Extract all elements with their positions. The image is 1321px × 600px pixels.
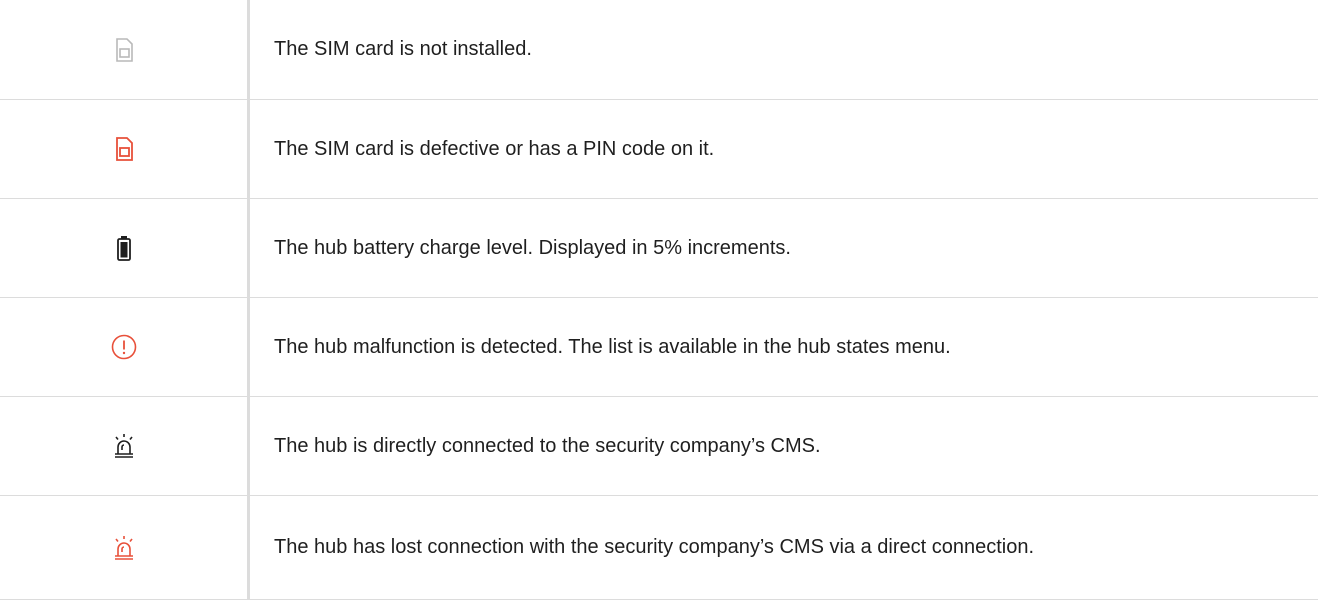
siren-lost-icon bbox=[110, 534, 138, 562]
siren-connected-icon bbox=[110, 432, 138, 460]
icon-cell bbox=[0, 198, 250, 298]
sim-card-muted-icon bbox=[110, 36, 138, 64]
row-description: The hub malfunction is detected. The lis… bbox=[248, 297, 1318, 397]
table-row: The hub has lost connection with the sec… bbox=[0, 495, 1318, 600]
row-description: The SIM card is not installed. bbox=[248, 0, 1318, 100]
row-description: The hub is directly connected to the sec… bbox=[248, 396, 1318, 496]
row-description: The SIM card is defective or has a PIN c… bbox=[248, 99, 1318, 199]
icon-cell bbox=[0, 0, 250, 100]
table-row: The SIM card is defective or has a PIN c… bbox=[0, 99, 1318, 199]
table-row: The hub battery charge level. Displayed … bbox=[0, 198, 1318, 298]
icon-cell bbox=[0, 99, 250, 199]
malfunction-exclamation-icon bbox=[110, 333, 138, 361]
row-description: The hub has lost connection with the sec… bbox=[248, 495, 1318, 600]
icon-cell bbox=[0, 396, 250, 496]
icon-cell bbox=[0, 297, 250, 397]
table-row: The SIM card is not installed. bbox=[0, 0, 1318, 100]
table-row: The hub is directly connected to the sec… bbox=[0, 396, 1318, 496]
sim-card-red-icon bbox=[110, 135, 138, 163]
table-row: The hub malfunction is detected. The lis… bbox=[0, 297, 1318, 397]
battery-icon bbox=[110, 234, 138, 262]
row-description: The hub battery charge level. Displayed … bbox=[248, 198, 1318, 298]
status-icon-legend-table: The SIM card is not installed. The SIM c… bbox=[0, 0, 1318, 600]
icon-cell bbox=[0, 495, 250, 600]
